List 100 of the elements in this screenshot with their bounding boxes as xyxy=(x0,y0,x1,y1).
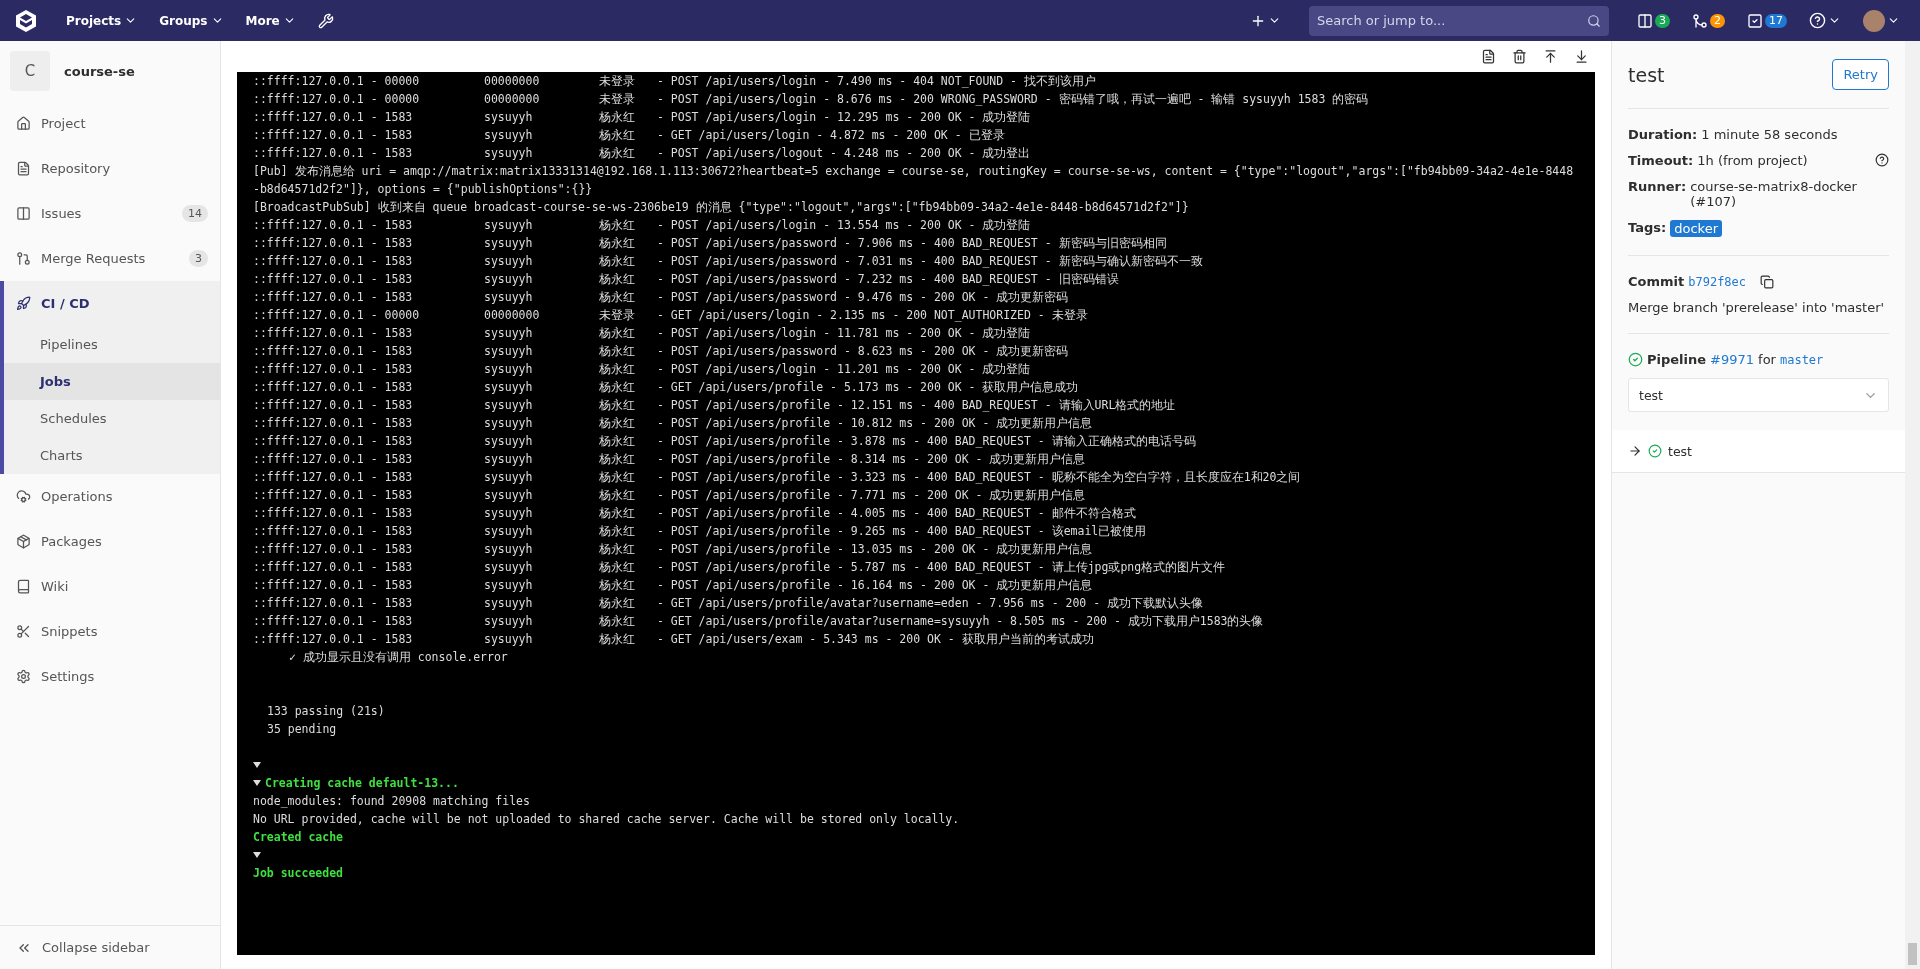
log-user: sysuyyh xyxy=(484,379,534,396)
stage-dropdown[interactable]: test xyxy=(1628,378,1889,412)
log-user: sysuyyh xyxy=(484,253,534,270)
counter-icon xyxy=(1747,12,1763,29)
caret-icon[interactable] xyxy=(253,852,261,858)
log-address: ::ffff:127.0.0.1 - 1583 xyxy=(253,397,414,414)
log-user: sysuyyh xyxy=(484,505,534,522)
log-text: - GET /api/users/login - 2.135 ms - 200 NOT_AUTHORIZED - 未登录 xyxy=(657,307,1089,324)
nav-menu[interactable]: More xyxy=(237,7,304,34)
sidebar-item[interactable]: Packages xyxy=(4,519,220,564)
log-user: sysuyyh xyxy=(484,109,534,126)
log-name: 杨永红 xyxy=(599,541,636,558)
log-text: - POST /api/users/password - 8.623 ms - 200 OK - 成功更新密码 xyxy=(657,343,1070,360)
count-badge: 17 xyxy=(1765,13,1787,28)
copy-icon[interactable] xyxy=(1760,274,1775,289)
commit-link[interactable]: b792f8ec xyxy=(1688,274,1747,289)
log-text: - POST /api/users/password - 9.476 ms - 200 OK - 成功更新密码 xyxy=(657,289,1070,306)
branch-link[interactable]: master xyxy=(1779,352,1824,367)
sidebar-item[interactable]: Project xyxy=(4,101,220,146)
log-name: 杨永红 xyxy=(599,415,636,432)
log-address: ::ffff:127.0.0.1 - 1583 xyxy=(253,361,414,378)
log-user: sysuyyh xyxy=(484,289,534,306)
log-user: sysuyyh xyxy=(484,487,534,504)
pipeline-link[interactable]: #9971 xyxy=(1710,352,1755,367)
log-user: sysuyyh xyxy=(484,217,534,234)
log-address: ::ffff:127.0.0.1 - 1583 xyxy=(253,289,414,306)
log-text: - POST /api/users/profile - 16.164 ms - 200 OK - 成功更新用户信息 xyxy=(657,577,1094,594)
log-user: 00000000 xyxy=(484,307,541,324)
log-name: 杨永红 xyxy=(599,127,636,144)
log-text: - POST /api/users/profile - 10.812 ms - 200 OK - 成功更新用户信息 xyxy=(657,415,1094,432)
log-text: - POST /api/users/profile - 5.787 ms - 400 BAD_REQUEST - 请上传jpg或png格式的图片文件 xyxy=(657,559,1227,576)
log-name: 杨永红 xyxy=(599,109,636,126)
scrollbar-thumb[interactable] xyxy=(1908,943,1917,965)
log-text: - POST /api/users/profile - 3.878 ms - 400 BAD_REQUEST - 请输入正确格式的电话号码 xyxy=(657,433,1197,450)
log-text: - POST /api/users/profile - 12.151 ms - 400 BAD_REQUEST - 请输入URL格式的地址 xyxy=(657,397,1177,414)
log-user: sysuyyh xyxy=(484,361,534,378)
search-field[interactable]: Search or jump to... xyxy=(1309,5,1609,36)
log-address: ::ffff:127.0.0.1 - 1583 xyxy=(253,127,414,144)
log-address: ::ffff:127.0.0.1 - 1583 xyxy=(253,523,414,540)
detail-value: course-se-matrix8-docker (#107) xyxy=(1690,179,1858,209)
log-address: ::ffff:127.0.0.1 - 1583 xyxy=(253,415,414,432)
caret-icon[interactable] xyxy=(253,762,261,768)
log-user: sysuyyh xyxy=(484,469,534,486)
log-address: ::ffff:127.0.0.1 - 1583 xyxy=(253,487,414,504)
log-text: - POST /api/users/profile - 3.323 ms - 400 BAD_REQUEST - 昵称不能全为空白字符，且长度应在1和20之间 xyxy=(657,469,1302,486)
log-address: ::ffff:127.0.0.1 - 1583 xyxy=(253,505,414,522)
sidebar-item[interactable]: Merge Requests 3 xyxy=(4,236,220,281)
log-text: - GET /api/users/profile/avatar?username=eden - 7.956 ms - 200 - 成功下载默认头像 xyxy=(657,595,1205,612)
sidebar-icon xyxy=(16,534,31,549)
log-name: 杨永红 xyxy=(599,379,636,396)
count-badge: 3 xyxy=(189,250,208,267)
log-address: ::ffff:127.0.0.1 - 1583 xyxy=(253,325,414,342)
caret-icon[interactable] xyxy=(253,780,261,786)
sidebar-item[interactable]: Settings xyxy=(4,654,220,699)
log-address: ::ffff:127.0.0.1 - 1583 xyxy=(253,541,414,558)
log-address: ::ffff:127.0.0.1 - 00000 xyxy=(253,73,421,90)
log-text: [BroadcastPubSub] 收到来自 queue broadcast-course-se-ws-2306be19 的消息 {"type":"logout","args":["fb94bb09-34a2-4e1e-8448-b8d64571d2f2"]} xyxy=(253,199,1189,216)
log-text: - GET /api/users/login - 4.872 ms - 200 OK - 已登录 xyxy=(657,127,1006,144)
log-name: 杨永红 xyxy=(599,361,636,378)
sidebar-subitem[interactable]: Schedules xyxy=(4,400,220,437)
log-text: - POST /api/users/login - 13.554 ms - 200 OK - 成功登陆 xyxy=(657,217,1032,234)
log-address: ::ffff:127.0.0.1 - 1583 xyxy=(253,253,414,270)
sidebar-icon xyxy=(16,161,31,176)
log-text: 133 passing (21s) xyxy=(267,703,385,720)
retry-button[interactable]: Retry xyxy=(1832,59,1889,90)
log-text: - POST /api/users/login - 12.295 ms - 200 OK - 成功登陆 xyxy=(657,109,1032,126)
log-name: 杨永红 xyxy=(599,595,636,612)
sidebar-item[interactable]: Repository xyxy=(4,146,220,191)
log-name: 杨永红 xyxy=(599,577,636,594)
log-text: - POST /api/users/profile - 9.265 ms - 400 BAD_REQUEST - 该email已被使用 xyxy=(657,523,1148,540)
nav-menu[interactable]: Projects xyxy=(58,7,146,34)
pipeline-text: for xyxy=(1758,352,1776,367)
logo-icon[interactable] xyxy=(14,8,38,33)
counter-link[interactable]: 17 xyxy=(1739,6,1795,35)
sidebar-subitem[interactable]: Pipelines xyxy=(4,326,220,363)
log-text: Created cache xyxy=(253,829,343,846)
log-name: 杨永红 xyxy=(599,235,636,252)
detail-label: Tags: xyxy=(1628,220,1667,235)
sidebar-item[interactable]: Wiki xyxy=(4,564,220,609)
sidebar-item[interactable]: Snippets xyxy=(4,609,220,654)
log-name: 杨永红 xyxy=(599,433,636,450)
sidebar-item[interactable]: Issues 14 xyxy=(4,191,220,236)
log-address: ::ffff:127.0.0.1 - 1583 xyxy=(253,613,414,630)
sidebar-item[interactable]: Operations xyxy=(4,474,220,519)
success-icon xyxy=(1648,444,1662,458)
log-address: ::ffff:127.0.0.1 - 00000 xyxy=(253,91,421,108)
log-text: - POST /api/users/profile - 7.771 ms - 200 OK - 成功更新用户信息 xyxy=(657,487,1087,504)
sidebar-item[interactable]: CI / CD xyxy=(4,281,220,326)
sidebar-subitem[interactable]: Charts xyxy=(4,437,220,474)
log-user: sysuyyh xyxy=(484,541,534,558)
log-name: 杨永红 xyxy=(599,271,636,288)
project-name[interactable]: course-se xyxy=(64,63,135,79)
nav-menu[interactable]: Groups xyxy=(151,7,232,34)
help-icon[interactable] xyxy=(1875,153,1889,167)
sidebar-subitem[interactable]: Jobs xyxy=(4,363,220,400)
log-address: ::ffff:127.0.0.1 - 1583 xyxy=(253,577,414,594)
log-address: ::ffff:127.0.0.1 - 1583 xyxy=(253,595,414,612)
log-name: 杨永红 xyxy=(599,523,636,540)
log-text: ✓ 成功显示且没有调用 console.error xyxy=(289,649,508,666)
counter-icon xyxy=(1637,12,1653,29)
